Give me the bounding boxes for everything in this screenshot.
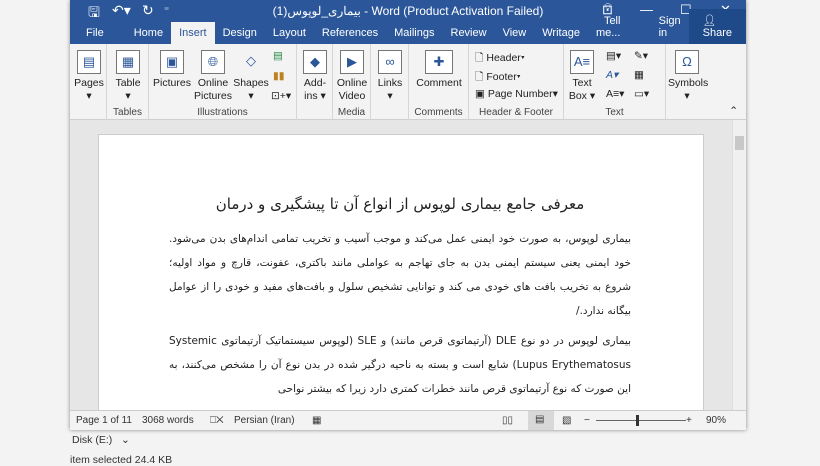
document-area: معرفی جامع بیماری لوپوس از انواع آن تا پ… [70, 120, 732, 410]
object-icon[interactable]: ▭▾ [634, 88, 649, 100]
zoom-slider[interactable] [596, 420, 686, 421]
date-time-icon[interactable]: ▦ [634, 69, 644, 81]
word-count[interactable]: 3068 words [142, 415, 194, 426]
status-bar: Page 1 of 11 3068 words ⎕✕ Persian (Iran… [70, 410, 746, 430]
smartart-icon[interactable]: ▤ [273, 50, 283, 62]
page-number-button[interactable]: ▣ Page Number▾ [475, 88, 558, 100]
shapes-icon: ◇ [246, 53, 256, 68]
word-window: 🖫 ↶▾ ↻ ₌ بیماری_لوپوس(1) - Word (Product… [70, 0, 746, 430]
comment-button[interactable]: ✚ Comment [411, 50, 467, 90]
language[interactable]: Persian (Iran) [234, 415, 295, 426]
vertical-scrollbar[interactable] [732, 120, 746, 410]
text-box-icon: A≡ [570, 50, 594, 74]
video-icon: ▶ [340, 50, 364, 74]
tab-design[interactable]: Design [215, 27, 265, 44]
page-count[interactable]: Page 1 of 11 [76, 415, 132, 426]
drop-cap-icon[interactable]: A≡▾ [606, 88, 624, 100]
online-video-button[interactable]: ▶ Online Video [335, 50, 369, 103]
sign-in-link[interactable]: Sign in [651, 15, 689, 44]
omega-icon: Ω [675, 50, 699, 74]
tab-review[interactable]: Review [443, 27, 495, 44]
group-label-comments: Comments [414, 107, 463, 118]
page-icon: ▤ [77, 50, 101, 74]
document-page[interactable]: معرفی جامع بیماری لوپوس از انواع آن تا پ… [98, 134, 704, 410]
zoom-in-button[interactable]: + [686, 415, 692, 426]
footer-button[interactable]: 🗋 Footer▾ [475, 69, 521, 87]
wordart-icon[interactable]: A▾ [606, 69, 618, 81]
tell-me-search[interactable]: 💡︎ Tell me... [588, 2, 651, 44]
header-button[interactable]: 🗋 Header▾ [475, 50, 525, 68]
pictures-button[interactable]: ▣ Pictures [153, 50, 191, 90]
scroll-thumb[interactable] [735, 136, 744, 150]
read-mode-icon[interactable]: ▯▯ [502, 415, 513, 426]
tab-layout[interactable]: Layout [265, 27, 314, 44]
table-button[interactable]: ▦ Table ▾ [111, 50, 145, 103]
tab-home[interactable]: Home [126, 27, 171, 44]
group-label-header-footer: Header & Footer [479, 107, 553, 118]
addins-button[interactable]: ◆ Add-ins ▾ [299, 50, 331, 103]
group-label-text: Text [605, 107, 624, 118]
share-label: Share [702, 27, 732, 39]
explorer-background: Disk (E:) ⌄ item selected 24.4 KB [70, 434, 173, 466]
zoom-out-button[interactable]: − [584, 415, 590, 426]
shapes-button[interactable]: ◇ Shapes ▾ [233, 50, 269, 103]
chart-icon[interactable]: ▮▮ [273, 70, 285, 82]
tab-writage[interactable]: Writage [534, 27, 588, 44]
web-layout-icon[interactable]: ▧ [562, 415, 571, 426]
tell-me-label: Tell me... [595, 15, 621, 39]
symbols-button[interactable]: Ω Symbols ▾ [668, 50, 708, 103]
table-icon: ▦ [116, 50, 140, 74]
group-label-media: Media [337, 107, 366, 118]
comment-icon: ✚ [425, 50, 453, 74]
picture-icon: ▣ [160, 50, 184, 74]
collapse-ribbon-icon[interactable]: ⌃ [729, 105, 738, 117]
tab-mailings[interactable]: Mailings [386, 27, 442, 44]
macro-icon[interactable]: ▦ [312, 415, 321, 426]
pages-button[interactable]: ▤ Pages ▾ [74, 50, 104, 103]
paragraph: بیماری لوپوس، به صورت خود ایمنی عمل می‌ک… [169, 233, 631, 317]
tab-file[interactable]: File [70, 27, 126, 44]
proofing-icon[interactable]: ⎕✕ [210, 415, 224, 426]
zoom-level[interactable]: 90% [706, 415, 726, 426]
links-button[interactable]: ∞ Links ▾ [374, 50, 406, 103]
link-icon: ∞ [378, 50, 402, 74]
tab-references[interactable]: References [314, 27, 386, 44]
share-button[interactable]: 👤︎ Share [688, 9, 746, 44]
tab-insert[interactable]: Insert [171, 22, 215, 44]
text-box-button[interactable]: A≡ Text Box ▾ [566, 50, 598, 103]
screenshot-icon[interactable]: ⊡+▾ [271, 90, 291, 102]
signature-line-icon[interactable]: ✎▾ [634, 50, 648, 62]
print-layout-icon[interactable]: ▤ [528, 411, 554, 430]
tab-view[interactable]: View [495, 27, 535, 44]
online-picture-icon: 🌐︎ [201, 50, 225, 74]
group-label-illustrations: Illustrations [197, 107, 248, 118]
selection-status: item selected 24.4 KB [70, 454, 173, 466]
disk-label[interactable]: Disk (E:) ⌄ [72, 434, 172, 446]
online-pictures-button[interactable]: 🌐︎ Online Pictures [193, 50, 233, 103]
ribbon-tabs: File Home Insert Design Layout Reference… [70, 2, 746, 44]
paragraph: بیماری لوپوس در دو نوع DLE (آرتیماتوی قر… [169, 335, 631, 395]
zoom-slider-thumb[interactable] [636, 415, 639, 426]
document-heading: معرفی جامع بیماری لوپوس از انواع آن تا پ… [215, 195, 585, 213]
quick-parts-icon[interactable]: ▤▾ [606, 50, 621, 62]
ribbon: ▤ Pages ▾ ▦ Table ▾ Tables ▣ Pictures 🌐︎ Online… [70, 44, 746, 120]
group-label-tables: Tables [113, 107, 142, 118]
store-icon: ◆ [303, 50, 327, 74]
